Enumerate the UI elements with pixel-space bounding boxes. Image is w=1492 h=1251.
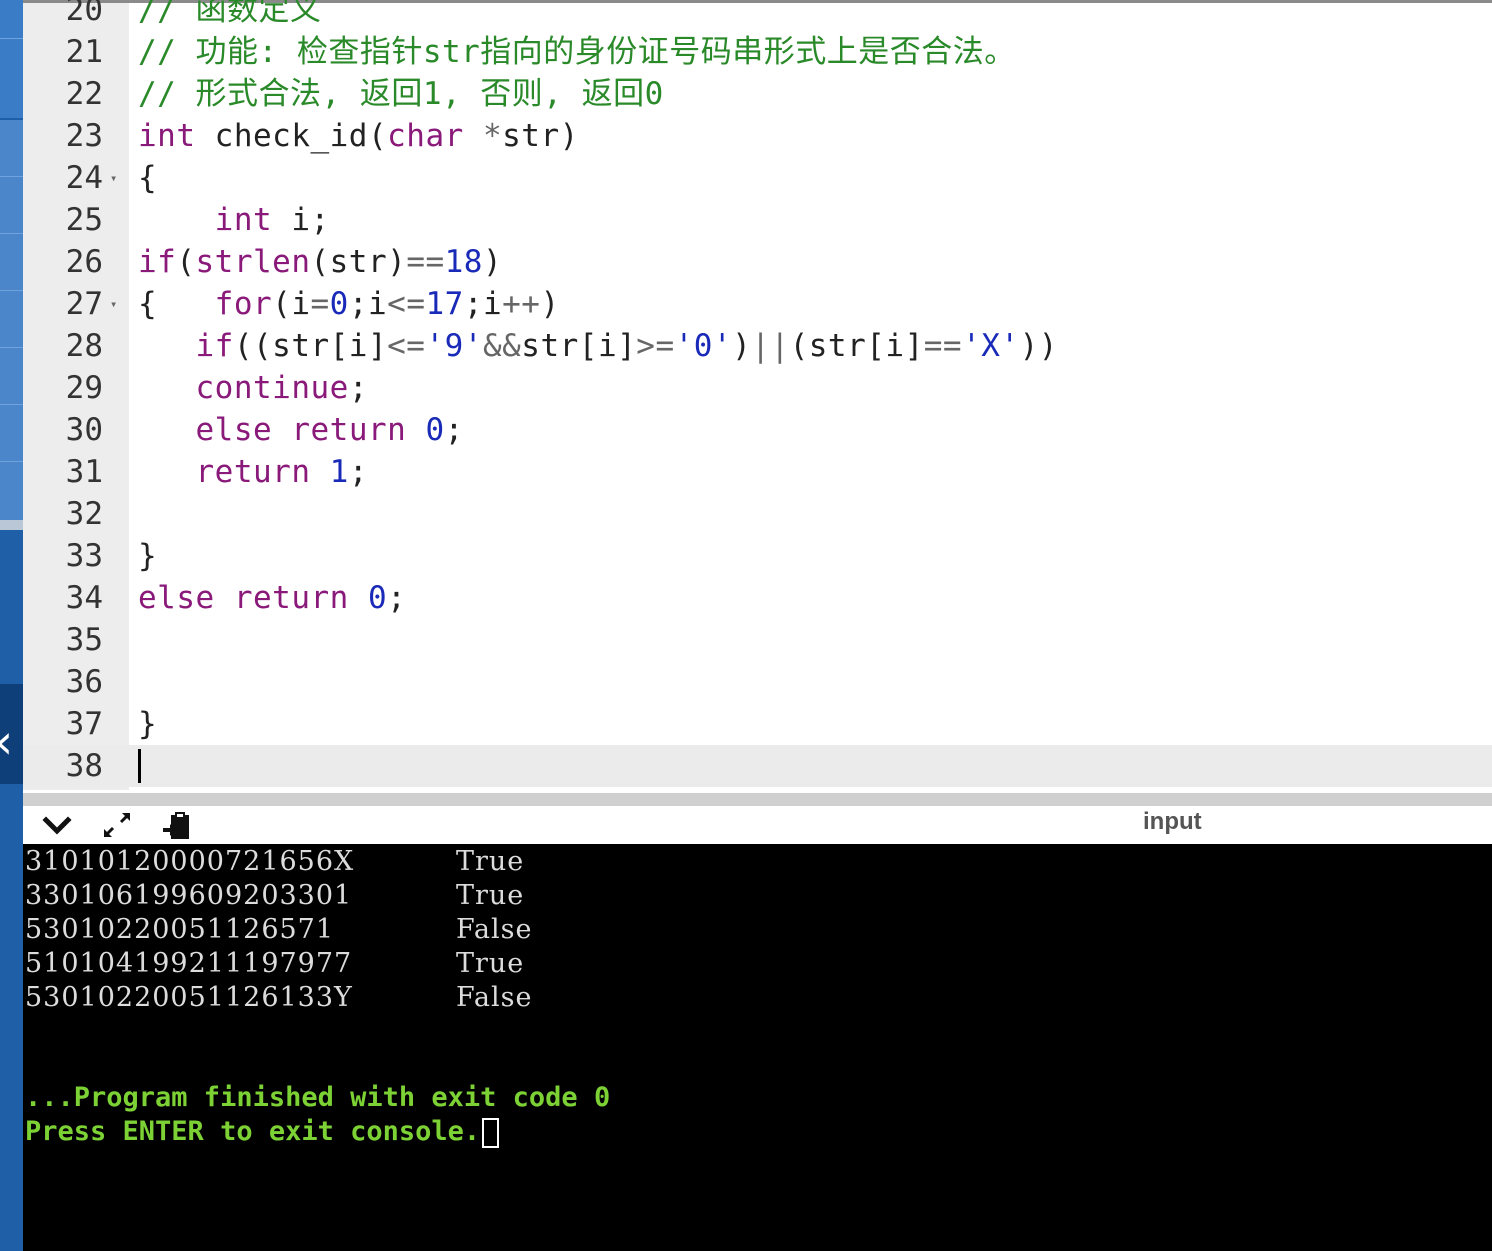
line-number: 33 [65, 538, 103, 574]
console-output-row: 510104199211197977 True [25, 948, 523, 979]
code-text: { for(i=0;i<=17;i++) [138, 286, 560, 322]
code-line[interactable]: 37} [23, 703, 1492, 745]
code-line[interactable]: 30 else return 0; [23, 409, 1492, 451]
code-text: else return 0; [195, 412, 464, 448]
code-line[interactable]: 25 int i; [23, 199, 1492, 241]
code-line[interactable]: 27 ▾ { for(i=0;i<=17;i++) [23, 283, 1492, 325]
line-number: 26 [65, 244, 103, 280]
code-line[interactable]: 38 [23, 745, 1492, 787]
code-line[interactable]: 31 return 1; [23, 451, 1492, 493]
code-line[interactable]: 22 // 形式合法, 返回1, 否则, 返回0 [23, 73, 1492, 115]
line-number: 25 [65, 202, 103, 238]
input-tab-label[interactable]: input [1143, 808, 1202, 836]
code-text: int i; [214, 202, 330, 238]
line-number: 23 [65, 118, 103, 154]
collapse-sidebar-icon[interactable]: ‹ [0, 712, 22, 772]
chevron-down-icon[interactable] [41, 810, 73, 840]
code-line[interactable]: 23 int check_id(char *str) [23, 115, 1492, 157]
code-text: // 功能: 检查指针str指向的身份证号码串形式上是否合法。 [138, 34, 1016, 70]
exit-code-message: ...Program finished with exit code 0 [25, 1082, 611, 1113]
line-number: 35 [65, 622, 103, 658]
line-number: 36 [65, 664, 103, 700]
code-text: if(strlen(str)==18) [138, 244, 503, 280]
code-editor[interactable]: 20 // 函数定义 21 // 功能: 检查指针str指向的身份证号码串形式上是否合… [23, 0, 1492, 790]
code-line[interactable]: 29 continue; [23, 367, 1492, 409]
line-number: 31 [65, 454, 103, 490]
code-text: continue; [195, 370, 368, 406]
line-number: 37 [65, 706, 103, 742]
check-result: True [456, 846, 525, 877]
line-number: 38 [65, 748, 103, 784]
check-result: False [456, 982, 533, 1013]
line-number: 34 [65, 580, 103, 616]
press-enter-line: Press ENTER to exit console. [25, 1116, 500, 1148]
line-number: 27 [65, 286, 103, 322]
code-text: // 形式合法, 返回1, 否则, 返回0 [138, 76, 664, 112]
code-line[interactable]: 28 if((str[i]<='9'&&str[i]>='0')||(str[i… [23, 325, 1492, 367]
code-line[interactable]: 21 // 功能: 检查指针str指向的身份证号码串形式上是否合法。 [23, 31, 1492, 73]
check-result: False [456, 914, 533, 945]
id-number: 53010220051126133Y [25, 982, 353, 1013]
console-output-row: 330106199609203301 True [25, 880, 523, 911]
panel-resize-handle[interactable] [23, 790, 1492, 806]
code-line[interactable]: 20 // 函数定义 [23, 0, 1492, 31]
console-output-row: 53010220051126571 False [25, 914, 531, 945]
code-line[interactable]: 32 [23, 493, 1492, 535]
expand-arrows-icon[interactable] [101, 810, 133, 840]
id-number: 31010120000721656X [25, 846, 355, 877]
console-output-row: 53010220051126133Y False [25, 982, 531, 1013]
code-line[interactable]: 36 [23, 661, 1492, 703]
line-number: 20 [65, 0, 103, 28]
code-line[interactable]: 26 if(strlen(str)==18) [23, 241, 1492, 283]
check-result: True [456, 880, 525, 911]
clipboard-icon[interactable] [161, 810, 193, 840]
code-text: { [138, 160, 158, 196]
code-text: } [138, 538, 158, 574]
terminal-cursor [482, 1117, 500, 1148]
id-number: 330106199609203301 [25, 880, 353, 911]
id-number: 53010220051126571 [25, 914, 335, 945]
code-text: int check_id(char *str) [138, 118, 579, 154]
code-text: else return 0; [138, 580, 407, 616]
line-number: 28 [65, 328, 103, 364]
code-text: // 函数定义 [138, 0, 322, 28]
line-number: 32 [65, 496, 103, 532]
press-enter-message: Press ENTER to exit console. [25, 1116, 481, 1147]
fold-arrow-icon[interactable]: ▾ [110, 283, 117, 325]
line-number: 21 [65, 34, 103, 70]
code-line[interactable]: 33} [23, 535, 1492, 577]
check-result: True [456, 948, 525, 979]
code-line[interactable]: 35 [23, 619, 1492, 661]
line-number: 24 [65, 160, 103, 196]
code-line[interactable]: 34 else return 0; [23, 577, 1492, 619]
console-output-row: 31010120000721656X True [25, 846, 523, 877]
line-number: 30 [65, 412, 103, 448]
left-sidebar-strip: ‹ [0, 0, 23, 1251]
code-text: } [138, 706, 158, 742]
output-console[interactable]: 31010120000721656X True 330106199609203301… [23, 844, 1492, 1251]
code-text: return 1; [195, 454, 368, 490]
code-line[interactable]: 24 ▾ { [23, 157, 1492, 199]
line-number: 22 [65, 76, 103, 112]
console-toolbar: input [23, 806, 1492, 844]
line-number: 29 [65, 370, 103, 406]
fold-arrow-icon[interactable]: ▾ [110, 157, 117, 199]
id-number: 510104199211197977 [25, 948, 353, 979]
code-text: if((str[i]<='9'&&str[i]>='0')||(str[i]==… [195, 328, 1058, 364]
text-cursor [138, 749, 141, 783]
